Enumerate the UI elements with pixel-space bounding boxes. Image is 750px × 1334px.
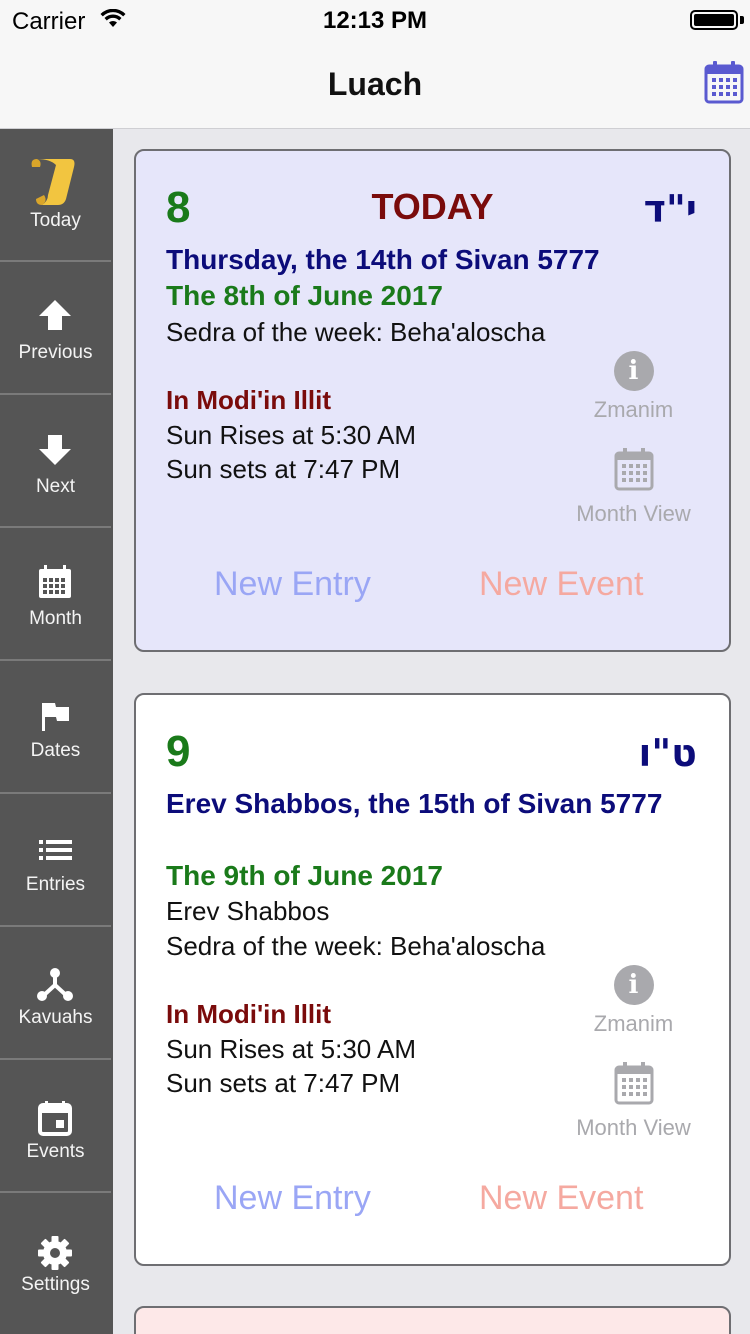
sunset-text: Sun sets at 7:47 PM [166,1068,401,1098]
location-text: In Modi'in Illit [166,385,332,415]
sidebar-item-label: Today [30,210,81,231]
sidebar-item-kavuahs[interactable]: Kavuahs [0,927,111,1060]
jewish-date: Thursday, the 14th of Sivan 5777 [166,244,600,275]
new-entry-button[interactable]: New Entry [214,565,371,604]
calendar-button[interactable] [704,60,744,104]
sidebar-item-label: Settings [21,1274,90,1295]
secular-date: The 9th of June 2017 [166,860,443,891]
sidebar: Today Previous Next Month Dates Entries … [0,129,113,1334]
month-view-label: Month View [576,1115,691,1140]
calendar-icon [39,565,71,598]
new-entry-button[interactable]: New Entry [214,1179,371,1218]
location-text: In Modi'in Illit [166,999,332,1029]
sedra-text: Sedra of the week: Beha'aloscha [166,931,546,961]
new-event-button[interactable]: New Event [479,565,643,604]
list-icon [39,840,72,860]
secular-date: The 8th of June 2017 [166,280,443,311]
sidebar-item-label: Next [35,476,76,497]
battery-icon [690,10,738,30]
sidebar-item-label: Events [26,1141,85,1162]
sidebar-item-entries[interactable]: Entries [0,794,111,927]
arrow-down-icon [39,435,71,465]
month-calendar-icon [614,1062,653,1105]
zmanim-label: Zmanim [593,397,674,422]
sidebar-item-label: Entries [25,874,86,895]
sunset-text: Sun sets at 7:47 PM [166,454,401,484]
sedra-text: Sedra of the week: Beha'aloscha [166,317,546,347]
status-time: 12:13 PM [322,7,428,34]
zmanim-link[interactable]: i Zmanim [556,351,711,423]
new-event-button[interactable]: New Event [479,1179,643,1218]
day-card-partial[interactable] [134,1306,731,1334]
sidebar-item-label: Month [29,608,82,629]
today-label: TODAY [371,186,494,227]
sidebar-item-settings[interactable]: Settings [0,1193,111,1326]
sidebar-item-label: Kavuahs [18,1007,93,1028]
month-calendar-icon [614,448,653,491]
month-view-link[interactable]: Month View [556,1061,711,1141]
sidebar-item-previous[interactable]: Previous [0,262,111,395]
sidebar-item-dates[interactable]: Dates [0,661,111,794]
sunrise-text: Sun Rises at 5:30 AM [166,420,417,450]
sunrise-text: Sun Rises at 5:30 AM [166,1034,417,1064]
sidebar-item-month[interactable]: Month [0,528,111,661]
flag-icon [42,703,69,731]
day-number: 9 [166,727,191,776]
sidebar-item-events[interactable]: Events [0,1060,111,1193]
sidebar-item-label: Previous [18,342,93,363]
gear-icon [38,1236,72,1270]
sidebar-item-label: Dates [30,740,81,761]
hebrew-day: י"ד [643,187,697,231]
event-icon [38,1101,72,1136]
status-bar: Carrier 12:13 PM [0,0,750,40]
page-title: Luach [327,66,423,102]
jewish-date: Erev Shabbos, the 15th of Sivan 5777 [166,788,663,819]
info-icon: i [613,351,654,391]
sidebar-item-next[interactable]: Next [0,395,111,528]
fork-icon [37,968,73,1001]
hebrew-day: ט"ו [638,731,697,775]
navigation-bar: Luach [0,40,750,129]
zmanim-label: Zmanim [593,1011,674,1036]
day-card[interactable]: 9 ט"ו Erev Shabbos, the 15th of Sivan 57… [134,693,731,1266]
scroll-icon [31,159,75,205]
arrow-up-icon [39,300,71,330]
info-icon: i [613,965,654,1005]
month-view-link[interactable]: Month View [556,447,711,527]
day-note: Erev Shabbos [166,896,330,926]
sidebar-item-today[interactable]: Today [0,129,111,262]
month-view-label: Month View [576,501,691,526]
zmanim-link[interactable]: i Zmanim [556,965,711,1037]
day-card-today[interactable]: 8 TODAY י"ד Thursday, the 14th of Sivan … [134,149,731,652]
